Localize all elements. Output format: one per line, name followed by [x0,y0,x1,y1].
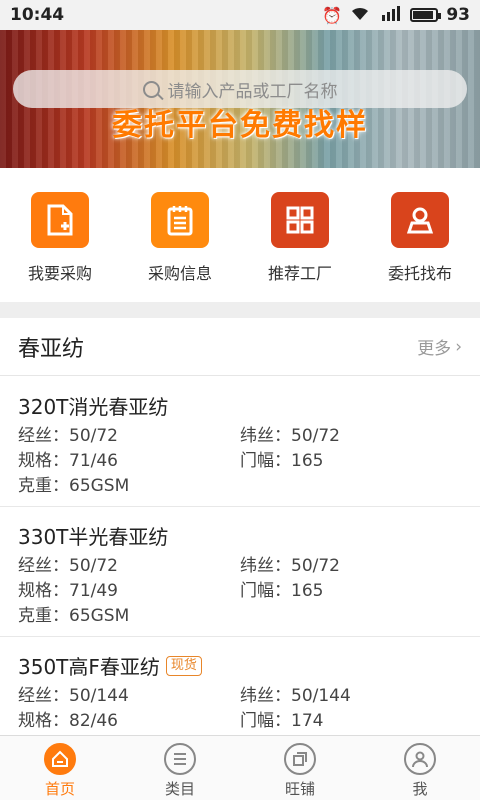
home-icon [44,743,76,775]
profile-icon [404,743,436,775]
spec-density: 规格：71/49 [18,581,118,601]
notepad-icon [151,192,209,248]
product-specs: 经丝：50/72 纬丝：50/72 规格：71/46 门幅：165 克重：65G… [18,424,462,499]
bottom-tab-bar: 首页 类目 旺铺 我 [0,735,480,800]
status-icons: ⏰ 93 [322,5,470,25]
battery-icon [410,8,442,22]
product-list: 320T消光春亚纺 经丝：50/72 纬丝：50/72 规格：71/46 门幅：… [0,377,480,735]
product-specs: 经丝：50/72 纬丝：50/72 规格：71/49 门幅：165 克重：65G… [18,554,462,629]
spec-weft: 纬丝：50/144 [240,686,351,706]
in-stock-tag: 现货 [165,655,202,676]
search-placeholder: 请输入产品或工厂名称 [167,81,338,102]
product-name-text: 320T消光春亚纺 [18,395,169,419]
category-list-icon [164,743,196,775]
spec-weight: 克重：65GSM [18,476,130,496]
status-time: 10:44 [10,5,65,25]
spec-warp: 经丝：50/72 [18,426,118,446]
tab-home[interactable]: 首页 [0,736,120,800]
spec-width: 门幅：174 [240,711,324,731]
product-name: 330T半光春亚纺 [18,521,462,550]
quick-nav: 我要采购 采购信息 推荐工厂 委托找布 [0,168,480,302]
tab-shop[interactable]: 旺铺 [240,736,360,800]
nav-purchase-info[interactable]: 采购信息 [125,192,235,302]
spec-weft: 纬丝：50/72 [240,426,340,446]
spec-warp: 经丝：50/144 [18,686,129,706]
alarm-icon: ⏰ [322,5,343,25]
nav-label: 我要采购 [27,264,92,283]
search-icon [142,80,160,98]
product-name: 320T消光春亚纺 [18,391,462,420]
nav-recommended-factories[interactable]: 推荐工厂 [245,192,355,302]
product-item[interactable]: 350T高F春亚纺 现货 经丝：50/144 纬丝：50/144 规格：82/4… [0,637,480,735]
product-item[interactable]: 330T半光春亚纺 经丝：50/72 纬丝：50/72 规格：71/49 门幅：… [0,507,480,637]
spec-weft: 纬丝：50/72 [240,556,340,576]
more-label: 更多 [417,339,452,359]
spec-width: 门幅：165 [240,581,324,601]
chevron-right-icon: › [455,336,462,357]
person-icon [391,192,449,248]
nav-purchase[interactable]: 我要采购 [5,192,115,302]
tab-label: 旺铺 [284,780,315,798]
section-divider [0,302,480,318]
product-name-text: 350T高F春亚纺 [18,655,160,679]
nav-label: 推荐工厂 [267,264,332,283]
product-name-text: 330T半光春亚纺 [18,525,169,549]
wifi-icon [350,5,370,25]
product-name: 350T高F春亚纺 现货 [18,651,462,680]
product-specs: 经丝：50/144 纬丝：50/144 规格：82/46 门幅：174 [18,684,462,734]
section-header: 春亚纺 更多 › [0,318,480,376]
more-link[interactable]: 更多 › [417,334,462,360]
spec-density: 规格：82/46 [18,711,118,731]
section-title: 春亚纺 [18,336,85,362]
shop-icon [284,743,316,775]
signal-icon [378,5,402,25]
document-add-icon [31,192,89,248]
tab-me[interactable]: 我 [360,736,480,800]
nav-entrust-fabric[interactable]: 委托找布 [365,192,475,302]
grid-icon [271,192,329,248]
tab-label: 类目 [164,780,195,798]
spec-weight: 克重：65GSM [18,606,130,626]
nav-label: 委托找布 [387,264,452,283]
spec-density: 规格：71/46 [18,451,118,471]
spec-warp: 经丝：50/72 [18,556,118,576]
nav-label: 采购信息 [147,264,212,283]
product-item[interactable]: 320T消光春亚纺 经丝：50/72 纬丝：50/72 规格：71/46 门幅：… [0,377,480,507]
search-input[interactable]: 请输入产品或工厂名称 [13,70,467,108]
promo-banner[interactable]: 请输入产品或工厂名称 委托平台免费找样 [0,30,480,168]
tab-label: 我 [412,780,428,798]
status-bar: 10:44 ⏰ 93 [0,0,480,30]
battery-level: 93 [446,5,470,25]
tab-category[interactable]: 类目 [120,736,240,800]
spec-width: 门幅：165 [240,451,324,471]
tab-label: 首页 [44,780,75,798]
